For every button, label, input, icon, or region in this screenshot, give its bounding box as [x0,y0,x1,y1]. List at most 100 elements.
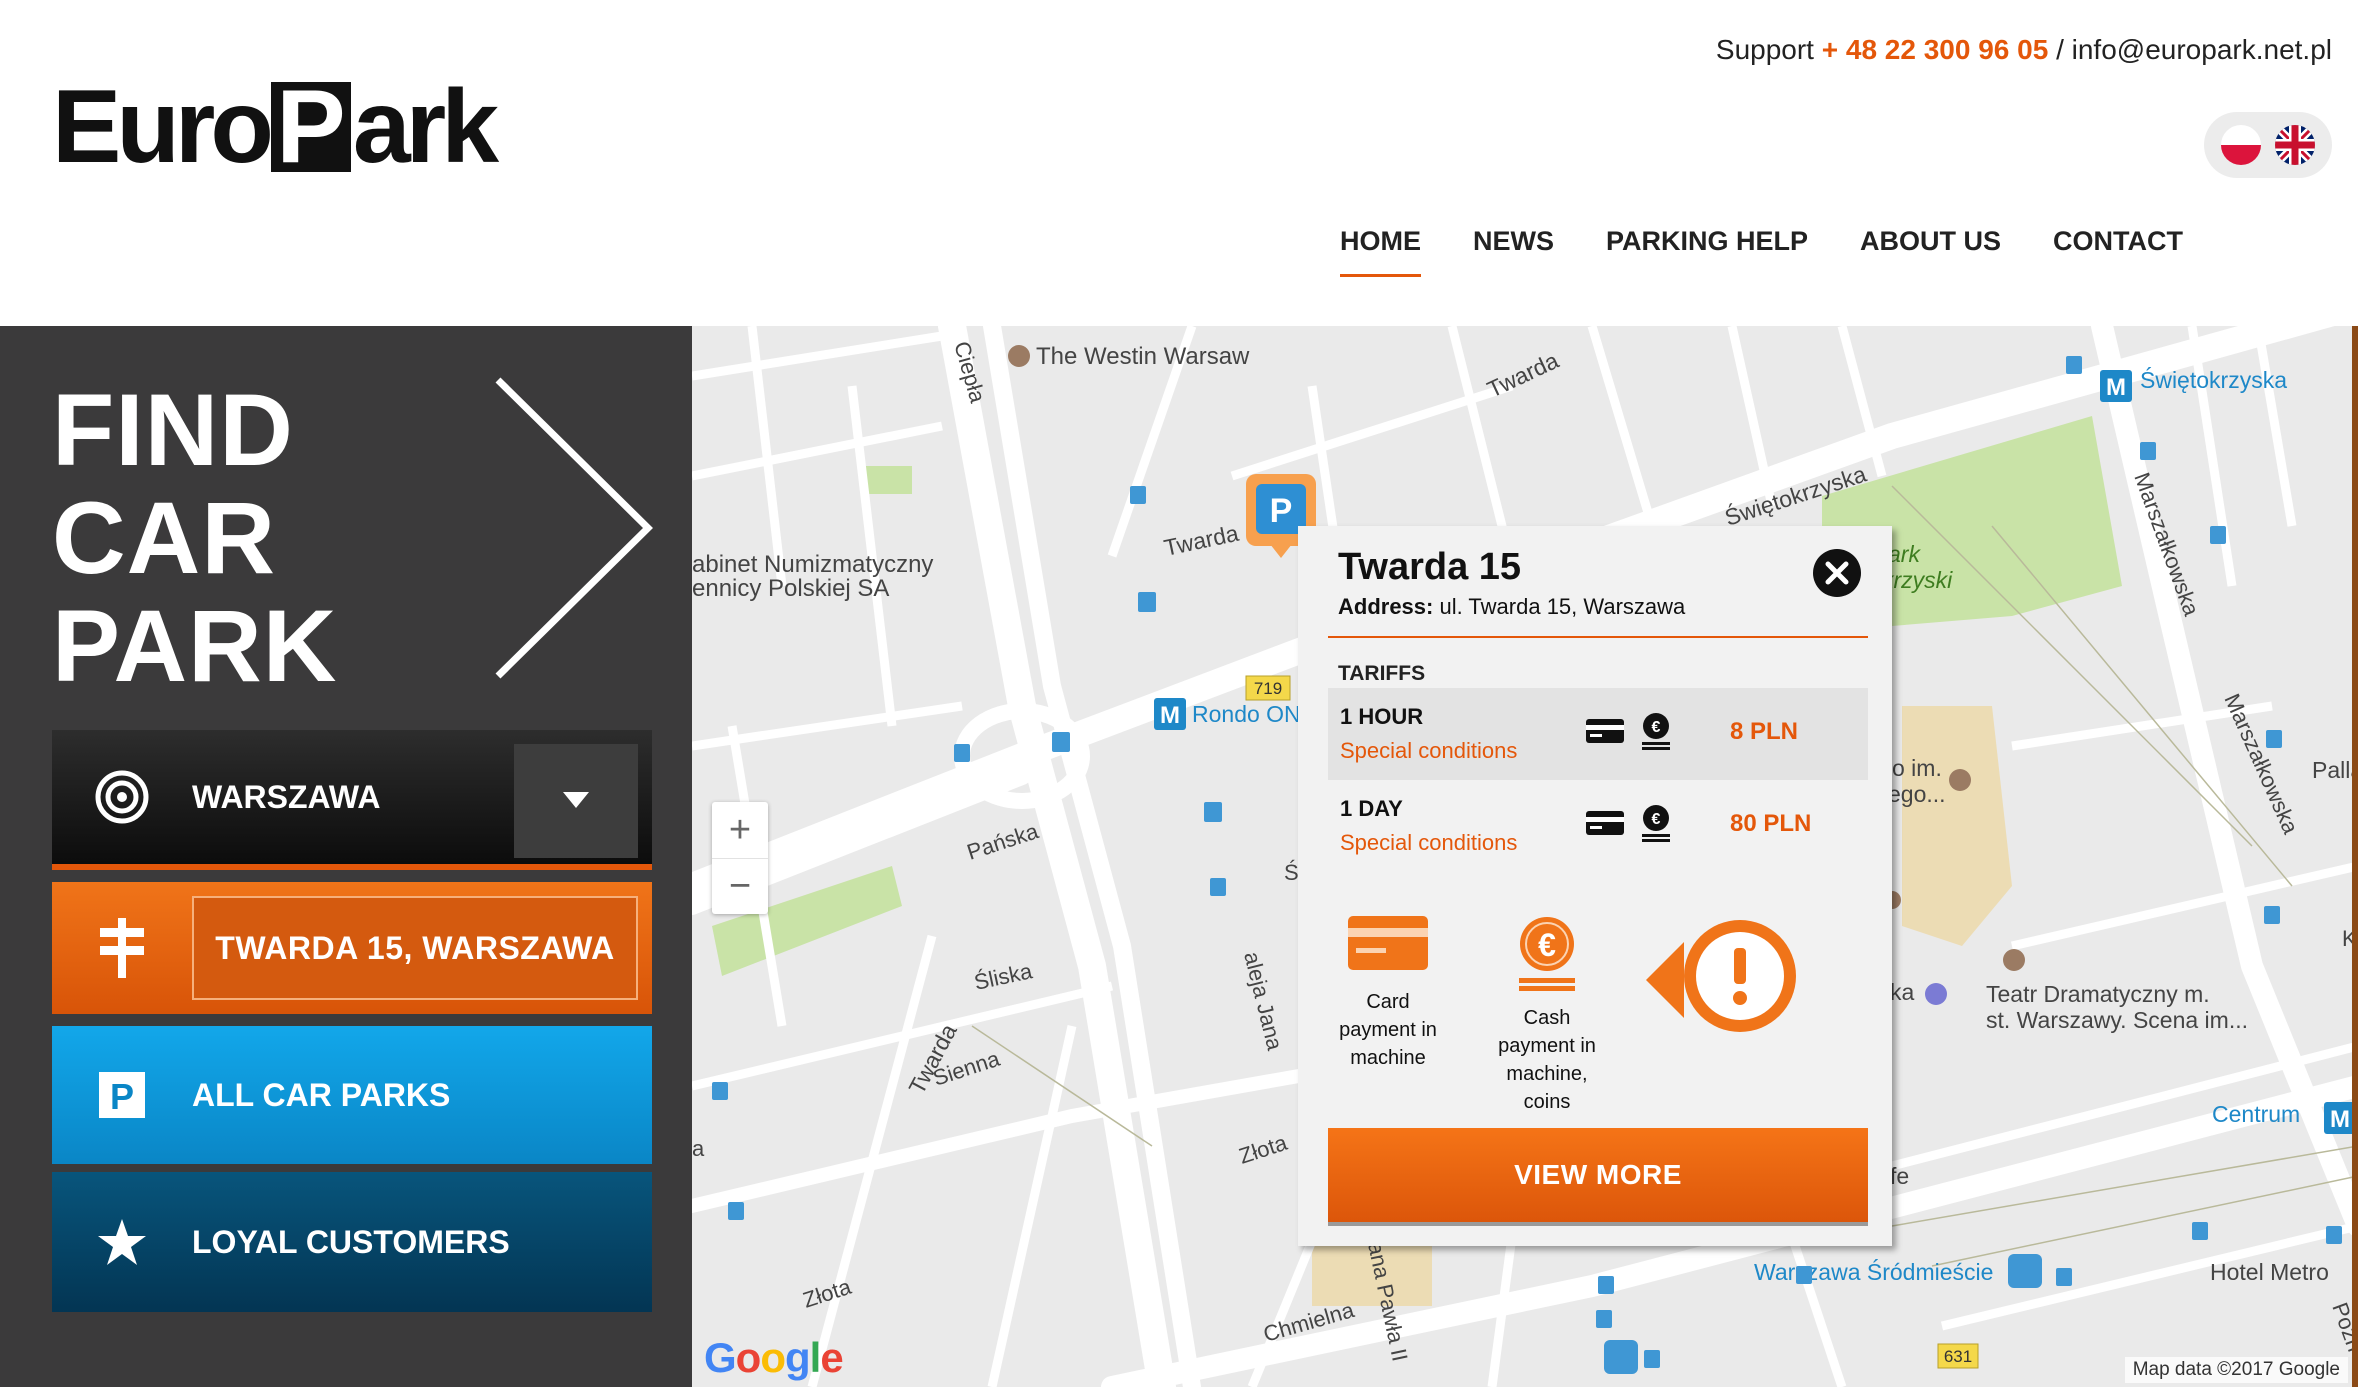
all-car-parks-button[interactable]: P ALL CAR PARKS [52,1026,652,1164]
im-label-2: ego... [1888,781,1946,807]
palace-area [1902,706,2012,946]
tariff-name: 1 HOUR [1340,704,1424,729]
logo-text-euro: Euro [52,68,274,185]
im-label-1: o im. [1892,755,1942,781]
hotel-metro-label: Hotel Metro [2210,1259,2329,1285]
title-line-park: PARK [52,589,338,703]
payment-method-card: Card payment in machine [1328,916,1448,1072]
popup-address: Address: ul. Twarda 15, Warszawa [1338,594,1685,620]
city-select[interactable]: WARSZAWA [52,730,652,870]
tariff-price: 80 PLN [1730,810,1812,837]
svg-text:P: P [110,1076,134,1117]
caret-down-icon [563,792,589,808]
payment-card-label: Card payment in machine [1339,991,1437,1069]
coin-icon: € [1642,805,1670,842]
star-icon [52,1218,192,1266]
find-car-park-panel: FIND CAR PARK WARSZAWA TWARDA 15, WARSZA… [0,326,692,1387]
road-shield-631: 631 [1937,1343,1979,1369]
support-email[interactable]: info@europark.net.pl [2072,34,2332,65]
signpost-icon [52,918,192,978]
tariff-special-conditions[interactable]: Special conditions [1340,830,1517,856]
numizmat-label-2: ennicy Polskiej SA [692,575,889,602]
map-edge-strip [2352,326,2358,1387]
location-row: TWARDA 15, WARSZAWA [52,882,652,1014]
card-icon [1586,811,1624,835]
green-patch [862,466,912,494]
edge-s-label: Ś [1284,860,1299,885]
support-separator: / [2056,34,2064,65]
westin-label: The Westin Warsaw [1036,343,1250,370]
cash-coin-icon: € [1519,917,1575,991]
support-info: Support + 48 22 300 96 05 / info@europar… [1716,34,2332,66]
popup-address-value: ul. Twarda 15, Warszawa [1439,594,1686,619]
street-twarda-n: Twarda [1162,520,1241,561]
loyal-customers-label: LOYAL CUSTOMERS [192,1223,510,1260]
title-line-car: CAR [52,481,276,595]
city-select-value: WARSZAWA [192,778,381,815]
street-panska: Pańska [964,818,1042,865]
nav-contact[interactable]: CONTACT [2053,226,2183,277]
nav-home[interactable]: HOME [1340,226,1421,277]
street-zlota-2: Złota [800,1274,855,1313]
tariff-row: 1 DAY Special conditions € 80 PLN [1328,780,1868,872]
metro-marker-rondo[interactable]: M [1154,698,1186,730]
logo-p-box: P [270,75,351,179]
street-twarda-e: Twarda [1483,347,1563,403]
chevron-right-icon [495,377,653,679]
nav-news[interactable]: NEWS [1473,226,1554,277]
tariff-payment-icons: € [1586,804,1672,842]
srodmiescie-label: Warszawa Śródmieście [1754,1258,1993,1285]
map-attribution[interactable]: Map data ©2017 Google [2124,1357,2348,1383]
svg-text:€: € [1538,927,1556,963]
svg-text:719: 719 [1254,679,1282,698]
svg-text:M: M [1160,702,1180,729]
all-car-parks-label: ALL CAR PARKS [192,1076,451,1113]
teatr-label-2: st. Warszawy. Scena im... [1986,1007,2248,1033]
tariff-row: 1 HOUR Special conditions € 8 PLN [1328,688,1868,780]
support-label: Support [1715,34,1814,65]
app-root: Euro Park Support + 48 22 300 96 05 / inf… [0,0,2358,1387]
svg-text:€: € [1652,811,1661,828]
view-more-button[interactable]: VIEW MORE [1328,1128,1868,1226]
street-zlota-1: Złota [1236,1130,1291,1169]
svg-text:M: M [2106,374,2126,401]
parking-icon: P [52,1072,192,1118]
find-car-park-title: FIND CAR PARK [52,376,472,700]
title-line-find: FIND [52,373,294,487]
zoom-out-button[interactable]: − [712,858,768,914]
metro-swietokrzyska-label: Świętokrzyska [2140,366,2287,393]
loyal-customers-button[interactable]: LOYAL CUSTOMERS [52,1172,652,1312]
main-nav: HOME NEWS PARKING HELP ABOUT US CONTACT [1340,226,2183,277]
ka-label: ka [1890,979,1915,1005]
city-dropdown-button[interactable] [514,744,638,858]
payment-cash-label: Cash payment in machine, coins [1498,1007,1596,1113]
uk-flag-icon[interactable] [2275,125,2315,165]
tariff-special-conditions[interactable]: Special conditions [1340,738,1517,764]
metro-marker-swietokrzyska[interactable]: M [2100,370,2132,402]
support-phone[interactable]: + 48 22 300 96 05 [1822,34,2049,65]
europark-logo[interactable]: Euro Park [52,69,499,185]
location-input[interactable]: TWARDA 15, WARSZAWA [192,896,638,1000]
zoom-in-button[interactable]: + [712,802,768,858]
park-label-1: ark [1888,541,1921,567]
map-zoom-control: + − [712,802,768,914]
svg-text:631: 631 [1944,1347,1972,1366]
nav-parking-help[interactable]: PARKING HELP [1606,226,1808,277]
payment-method-cash: € Cash payment in machine, coins [1484,916,1610,1116]
street-jana-pawla-1: aleja Jana [1239,949,1288,1053]
teatr-label-1: Teatr Dramatyczny m. [1986,981,2210,1007]
language-switcher [2204,112,2332,178]
car-park-info-popup: Twarda 15 Address: ul. Twarda 15, Warsza… [1298,526,1892,1246]
logo-text-ark: ark [352,68,499,185]
warning-tag-icon[interactable] [1644,920,1804,1040]
close-icon[interactable] [1812,548,1862,598]
tariff-payment-icons: € [1586,712,1672,750]
tariff-name: 1 DAY [1340,796,1403,821]
tariffs-heading: TARIFFS [1338,662,1426,685]
pl-flag-icon[interactable] [2221,125,2261,165]
popup-divider [1328,636,1868,638]
svg-text:M: M [2330,1106,2350,1133]
card-payment-icon [1348,916,1428,970]
centrum-label: Centrum [2212,1101,2300,1127]
nav-about-us[interactable]: ABOUT US [1860,226,2001,277]
